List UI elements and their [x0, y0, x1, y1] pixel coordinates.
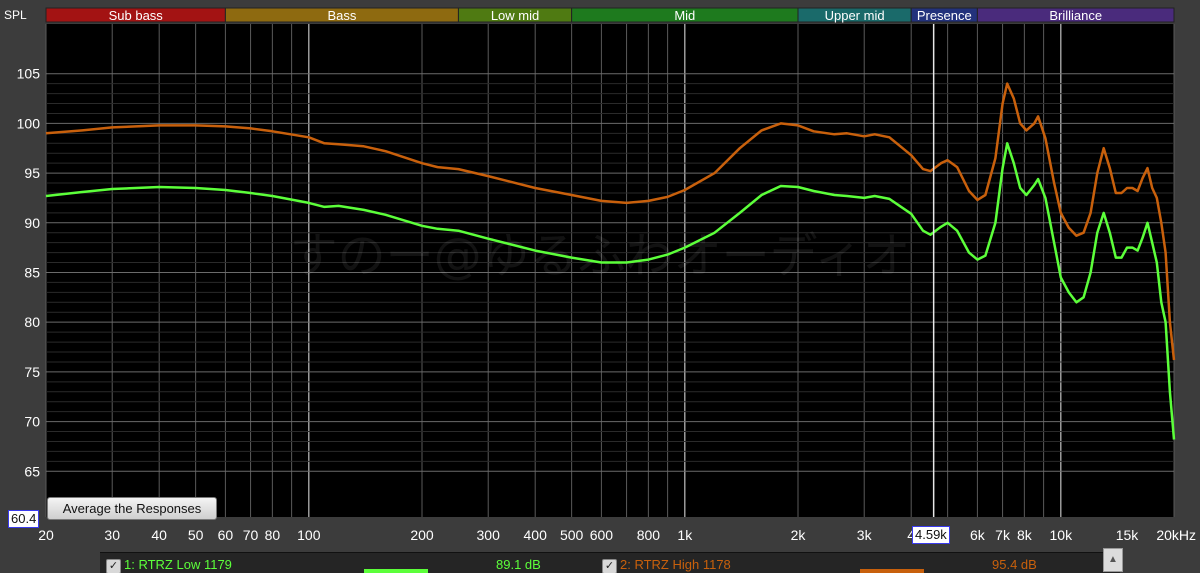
x-tick-label: 20kHz [1156, 527, 1196, 543]
y-axis-ticks: 65 70 75 80 85 90 95 100 105 [17, 66, 41, 480]
y-tick-label: 75 [24, 364, 40, 380]
band-label: Brilliance [1049, 8, 1102, 23]
legend-1-checkbox[interactable]: ✓ [106, 559, 121, 573]
y-tick-label: 65 [24, 463, 40, 479]
y-tick-label: 95 [24, 165, 40, 181]
x-tick-label: 200 [410, 527, 434, 543]
band-label: Sub bass [109, 8, 164, 23]
y-tick-label: 105 [17, 66, 41, 82]
x-axis-ticks: 20 30 40 50 60 70 80 100 200 300 400 500 600 800 1k 2k 3… [38, 527, 1196, 543]
frequency-band-bar: Sub bass Bass Low mid Mid Upper mid Presence B… [45, 7, 1175, 23]
x-tick-label: 15k [1116, 527, 1140, 543]
x-tick-label: 100 [297, 527, 321, 543]
spl-readout-field[interactable]: 60.4 [8, 510, 40, 528]
spl-axis-label: SPL [4, 8, 27, 22]
frequency-response-chart[interactable]: Sub bass Bass Low mid Mid Upper mid Presence B… [0, 0, 1200, 572]
x-tick-label: 30 [104, 527, 120, 543]
x-tick-label: 8k [1017, 527, 1033, 543]
y-tick-label: 85 [24, 264, 40, 280]
x-tick-label: 500 [560, 527, 584, 543]
legend-panel: ✓ 1: RTRZ Low 1179 89.1 dB ✓ 2: RTRZ Hig… [100, 552, 1120, 573]
x-tick-label: 20 [38, 527, 54, 543]
band-label: Upper mid [825, 8, 885, 23]
legend-2-checkbox[interactable]: ✓ [602, 559, 617, 573]
x-tick-label: 2k [791, 527, 807, 543]
x-tick-label: 300 [477, 527, 501, 543]
x-tick-label: 400 [524, 527, 548, 543]
band-label: Low mid [491, 8, 539, 23]
x-tick-label: 80 [265, 527, 281, 543]
x-tick-label: 6k [970, 527, 986, 543]
x-tick-label: 50 [188, 527, 204, 543]
band-label: Presence [917, 8, 972, 23]
legend-1-value: 89.1 dB [496, 557, 541, 572]
x-tick-label: 3k [857, 527, 873, 543]
band-label: Bass [327, 8, 356, 23]
average-responses-button[interactable]: Average the Responses [47, 497, 217, 520]
x-tick-label: 60 [218, 527, 234, 543]
y-tick-label: 90 [24, 215, 40, 231]
band-label: Mid [674, 8, 695, 23]
frequency-readout-field[interactable]: 4.59k [912, 526, 950, 544]
legend-scroll-up-icon[interactable]: ▲ [1103, 548, 1123, 572]
x-tick-label: 800 [637, 527, 661, 543]
x-tick-label: 70 [243, 527, 259, 543]
x-tick-label: 7k [995, 527, 1011, 543]
legend-1-swatch [364, 569, 428, 573]
y-tick-label: 80 [24, 314, 40, 330]
legend-2-value: 95.4 dB [992, 557, 1037, 572]
legend-2-name: 2: RTRZ High 1178 [620, 557, 731, 572]
x-tick-label: 40 [151, 527, 167, 543]
watermark-text: すのー@ゆるふわオーディオ [290, 228, 911, 284]
y-tick-label: 70 [24, 414, 40, 430]
x-tick-label: 1k [677, 527, 693, 543]
legend-1-name: 1: RTRZ Low 1179 [124, 557, 232, 572]
x-tick-label: 10k [1050, 527, 1074, 543]
y-tick-label: 100 [17, 115, 41, 131]
legend-2-swatch [860, 569, 924, 573]
x-tick-label: 600 [590, 527, 614, 543]
